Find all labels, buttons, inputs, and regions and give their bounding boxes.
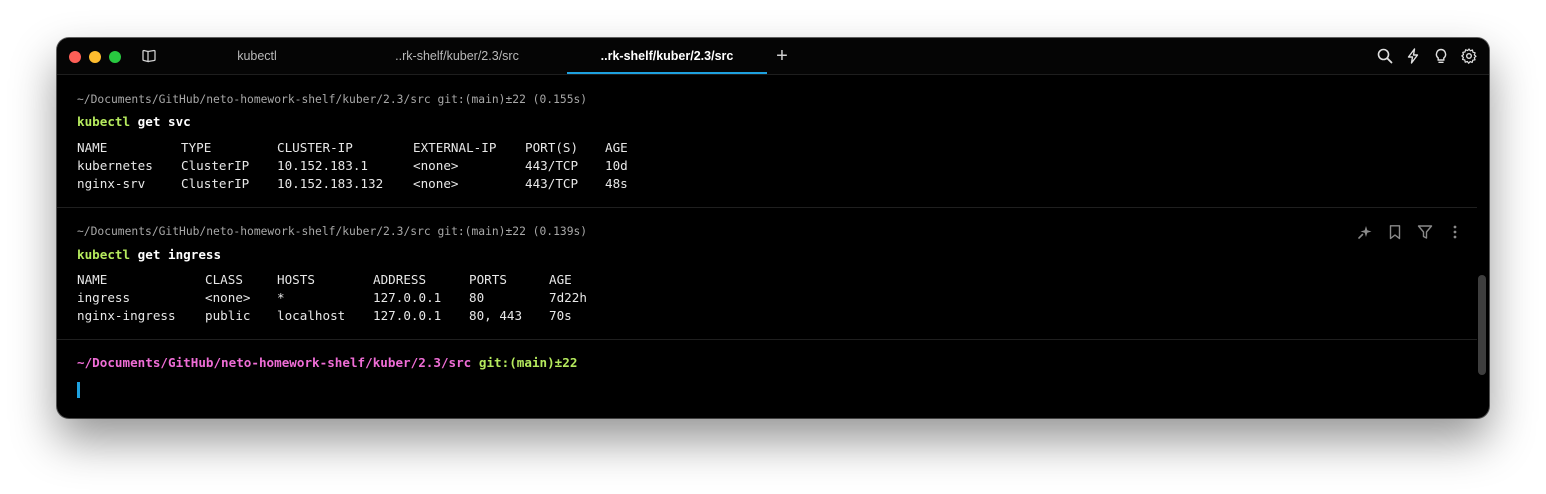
table-header-row: NAME TYPE CLUSTER-IP EXTERNAL-IP PORT(S) AGE [77,139,628,157]
block-command: kubectl get ingress [77,247,221,262]
command-block-svc[interactable]: ~/Documents/GitHub/neto-homework-shelf/k… [57,75,1477,208]
table-cell: <none> [413,158,459,173]
table-cell: 48s [605,176,628,191]
close-window-button[interactable] [69,51,81,63]
column-header: AGE [605,140,628,155]
table-cell: 10.152.183.132 [277,176,384,191]
command-block-ingress[interactable]: ~/Documents/GitHub/neto-homework-shelf/k… [57,208,1477,340]
search-icon[interactable] [1377,48,1393,64]
prompt-path: ~/Documents/GitHub/neto-homework-shelf/k… [77,355,472,370]
table-row: nginx-ingress public localhost 127.0.0.1 80,… [77,307,587,325]
block-command: kubectl get svc [77,114,191,129]
sidebar-toggle-icon[interactable] [141,49,157,63]
table-cell: <none> [205,290,251,305]
terminal-window: kubectl ..rk-shelf/kuber/2.3/src ..rk-sh… [57,38,1489,418]
more-icon[interactable] [1447,224,1463,240]
column-header: ADDRESS [373,272,427,287]
column-header: NAME [77,140,108,155]
table-cell: 10d [605,158,628,173]
table-cell: 127.0.0.1 [373,308,442,323]
block-path-line: ~/Documents/GitHub/neto-homework-shelf/k… [77,93,588,106]
zoom-window-button[interactable] [109,51,121,63]
table-cell: 10.152.183.1 [277,158,368,173]
column-header: EXTERNAL-IP [413,140,497,155]
block-path-line: ~/Documents/GitHub/neto-homework-shelf/k… [77,225,588,238]
tab-src-1[interactable]: ..rk-shelf/kuber/2.3/src [367,38,547,74]
table-cell: public [205,308,251,323]
sparkle-icon[interactable] [1357,224,1373,240]
table-cell: nginx-srv [77,176,146,191]
table-cell: 80, 443 [469,308,523,323]
new-tab-button[interactable]: + [773,46,791,66]
gear-icon[interactable] [1461,48,1477,64]
table-cell: <none> [413,176,459,191]
bookmark-icon[interactable] [1387,224,1403,240]
table-cell: kubernetes [77,158,153,173]
prompt-git-status: git:(main)±22 [471,355,578,370]
column-header: CLASS [205,272,243,287]
table-cell: 80 [469,290,485,305]
bolt-icon[interactable] [1405,48,1421,64]
input-prompt: ~/Documents/GitHub/neto-homework-shelf/k… [77,355,577,370]
table-row: kubernetes ClusterIP 10.152.183.1 <none> 443… [77,157,628,175]
tab-src-2[interactable]: ..rk-shelf/kuber/2.3/src [567,38,767,74]
column-header: NAME [77,272,108,287]
table-cell: ClusterIP [181,158,250,173]
table-cell: 443/TCP [525,158,579,173]
column-header: TYPE [181,140,212,155]
table-cell: ClusterIP [181,176,250,191]
table-cell: 70s [549,308,572,323]
svc-output-table: NAME TYPE CLUSTER-IP EXTERNAL-IP PORT(S) AGE … [77,139,628,193]
scrollbar[interactable] [1478,275,1486,375]
table-cell: * [277,290,285,305]
table-cell: 7d22h [549,290,587,305]
column-header: CLUSTER-IP [277,140,353,155]
tab-kubectl[interactable]: kubectl [207,38,307,74]
table-header-row: NAME CLASS HOSTS ADDRESS PORTS AGE [77,271,587,289]
block-actions [1357,224,1467,242]
table-cell: 443/TCP [525,176,579,191]
column-header: AGE [549,272,572,287]
table-cell: 127.0.0.1 [373,290,442,305]
title-bar: kubectl ..rk-shelf/kuber/2.3/src ..rk-sh… [57,38,1489,75]
table-row: nginx-srv ClusterIP 10.152.183.132 <none> 44… [77,175,628,193]
table-cell: nginx-ingress [77,308,176,323]
filter-icon[interactable] [1417,224,1433,240]
table-row: ingress <none> * 127.0.0.1 80 7d22h [77,289,587,307]
column-header: PORTS [469,272,507,287]
table-cell: ingress [77,290,131,305]
minimize-window-button[interactable] [89,51,101,63]
command-name: kubectl [77,114,131,129]
table-cell: localhost [277,308,346,323]
command-args: get ingress [130,247,222,262]
command-args: get svc [130,114,191,129]
text-cursor[interactable] [77,382,80,398]
column-header: PORT(S) [525,140,579,155]
column-header: HOSTS [277,272,315,287]
lightbulb-icon[interactable] [1433,48,1449,64]
command-name: kubectl [77,247,131,262]
ingress-output-table: NAME CLASS HOSTS ADDRESS PORTS AGE ingress <no… [77,271,587,325]
